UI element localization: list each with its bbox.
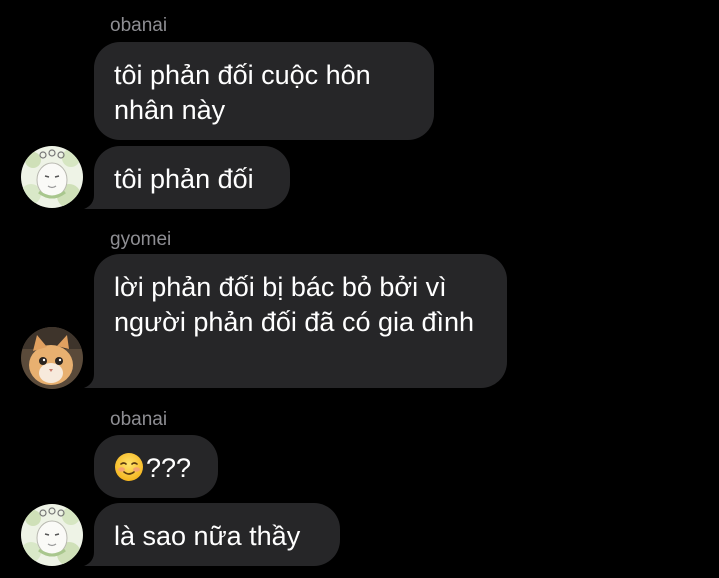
message-bubble[interactable]: tôi phản đối — [94, 146, 290, 209]
bubble-tail — [84, 374, 100, 388]
message-bubble[interactable]: tôi phản đối cuộc hôn nhân này — [94, 42, 434, 140]
avatar-gyomei[interactable] — [21, 327, 83, 389]
sender-name-obanai: obanai — [110, 15, 168, 36]
message-text: lời phản đối bị bác bỏ bởi vì người phản… — [114, 272, 475, 337]
sender-name-obanai: obanai — [110, 409, 168, 430]
message-text: ??? — [146, 453, 192, 483]
bubble-tail — [84, 552, 100, 566]
bubble-tail — [84, 195, 100, 209]
smiling-face-emoji-icon — [115, 453, 143, 481]
snake-character-avatar-icon — [21, 146, 83, 208]
sender-name-gyomei: gyomei — [110, 229, 172, 250]
message-bubble[interactable]: lời phản đối bị bác bỏ bởi vì người phản… — [94, 254, 507, 388]
message-bubble[interactable]: là sao nữa thầy — [94, 503, 340, 566]
message-bubble[interactable]: ??? — [94, 435, 218, 498]
avatar-obanai[interactable] — [21, 146, 83, 208]
message-text: là sao nữa thầy — [114, 521, 301, 551]
cat-avatar-icon — [21, 327, 83, 389]
avatar-obanai[interactable] — [21, 504, 83, 566]
snake-character-avatar-icon — [21, 504, 83, 566]
message-text: tôi phản đối cuộc hôn nhân này — [114, 60, 371, 125]
message-text: tôi phản đối — [114, 164, 254, 194]
